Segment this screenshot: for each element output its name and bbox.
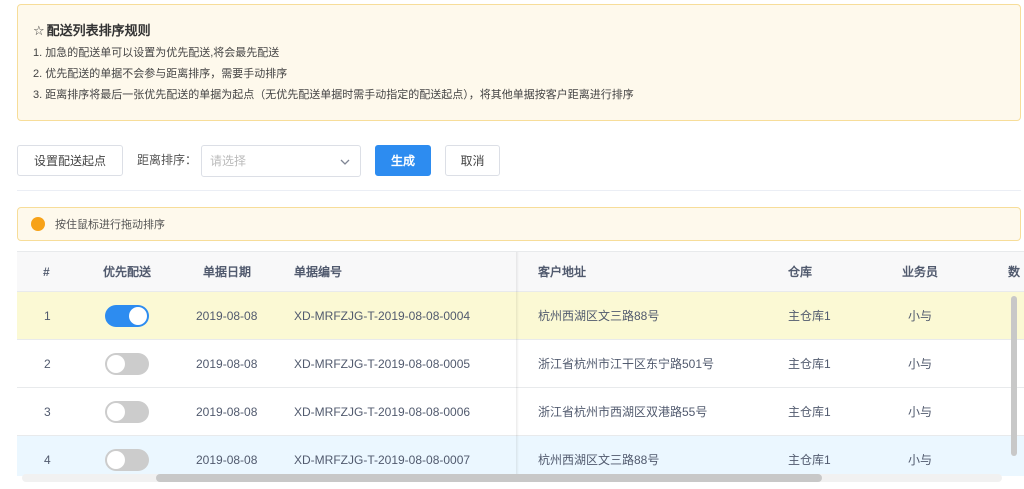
cell-salesman: 小与 — [908, 309, 933, 323]
cell-date: 2019-08-08 — [196, 357, 258, 371]
cancel-button[interactable]: 取消 — [445, 145, 500, 176]
cell-warehouse: 主仓库1 — [788, 405, 831, 419]
horizontal-scrollbar-thumb[interactable] — [156, 474, 822, 482]
header-quantity: 数 — [1008, 265, 1021, 279]
cell-warehouse: 主仓库1 — [788, 357, 831, 371]
horizontal-scrollbar[interactable] — [22, 474, 1002, 482]
toggle-knob — [107, 451, 125, 469]
toggle-knob — [129, 307, 147, 325]
cell-date: 2019-08-08 — [196, 405, 258, 419]
drag-sort-tip: 按住鼠标进行拖动排序 — [17, 207, 1021, 241]
table-row[interactable]: 2 2019-08-08 XD-MRFZJG-T-2019-08-08-0005… — [17, 340, 1024, 388]
header-address: 客户地址 — [538, 265, 587, 279]
cell-number: XD-MRFZJG-T-2019-08-08-0007 — [294, 453, 471, 467]
cell-number: XD-MRFZJG-T-2019-08-08-0006 — [294, 405, 471, 419]
select-placeholder: 请选择 — [210, 154, 247, 168]
cell-salesman: 小与 — [908, 357, 933, 371]
warning-dot-icon — [31, 217, 45, 231]
sorting-rules-notice: ☆ 配送列表排序规则 1. 加急的配送单可以设置为优先配送,将会最先配送 2. 优… — [17, 4, 1021, 121]
table-row[interactable]: 4 2019-08-08 XD-MRFZJG-T-2019-08-08-0007… — [17, 436, 1024, 476]
cell-index: 3 — [44, 405, 51, 419]
cell-salesman: 小与 — [908, 453, 933, 467]
priority-toggle[interactable] — [105, 449, 149, 471]
header-index: # — [43, 265, 50, 279]
cell-address: 杭州西湖区文三路88号 — [538, 309, 660, 323]
priority-toggle[interactable] — [105, 305, 149, 327]
toggle-knob — [107, 403, 125, 421]
notice-title: ☆ 配送列表排序规则 — [33, 21, 1005, 41]
cell-date: 2019-08-08 — [196, 309, 258, 323]
vertical-scrollbar[interactable] — [1011, 296, 1017, 456]
distance-sort-select[interactable]: 请选择 — [201, 145, 361, 177]
section-divider — [17, 190, 1021, 191]
cell-warehouse: 主仓库1 — [788, 453, 831, 467]
cell-address: 浙江省杭州市西湖区双港路55号 — [538, 405, 708, 419]
notice-rule-1: 1. 加急的配送单可以设置为优先配送,将会最先配送 — [33, 47, 280, 59]
cell-address: 浙江省杭州市江干区东宁路501号 — [538, 357, 715, 371]
star-icon: ☆ — [33, 23, 45, 38]
cell-number: XD-MRFZJG-T-2019-08-08-0004 — [294, 309, 471, 323]
cell-index: 4 — [44, 453, 51, 467]
cell-date: 2019-08-08 — [196, 453, 258, 467]
table-row[interactable]: 1 2019-08-08 XD-MRFZJG-T-2019-08-08-0004… — [17, 292, 1024, 340]
notice-title-text: 配送列表排序规则 — [46, 23, 151, 38]
drag-sort-tip-text: 按住鼠标进行拖动排序 — [55, 219, 165, 231]
cell-number: XD-MRFZJG-T-2019-08-08-0005 — [294, 357, 471, 371]
header-warehouse: 仓库 — [788, 265, 813, 279]
header-number: 单据编号 — [294, 265, 343, 279]
chevron-down-icon — [340, 159, 350, 165]
cell-index: 2 — [44, 357, 51, 371]
header-salesman: 业务员 — [902, 265, 939, 279]
cell-address: 杭州西湖区文三路88号 — [538, 453, 660, 467]
table-header: # 优先配送 单据日期 单据编号 客户地址 仓库 业务员 数 — [17, 252, 1024, 292]
notice-rule-3: 3. 距离排序将最后一张优先配送的单据为起点（无优先配送单据时需手动指定的配送起… — [33, 89, 634, 101]
delivery-table: # 优先配送 单据日期 单据编号 客户地址 仓库 业务员 数 1 2019-08… — [17, 251, 1024, 476]
set-delivery-start-button[interactable]: 设置配送起点 — [17, 145, 123, 176]
header-date: 单据日期 — [203, 265, 252, 279]
header-priority: 优先配送 — [103, 265, 152, 279]
generate-button[interactable]: 生成 — [375, 145, 431, 176]
cell-warehouse: 主仓库1 — [788, 309, 831, 323]
priority-toggle[interactable] — [105, 353, 149, 375]
notice-rule-2: 2. 优先配送的单据不会参与距离排序，需要手动排序 — [33, 68, 288, 80]
distance-sort-label: 距离排序： — [137, 153, 198, 167]
priority-toggle[interactable] — [105, 401, 149, 423]
cell-index: 1 — [44, 309, 51, 323]
cell-salesman: 小与 — [908, 405, 933, 419]
toggle-knob — [107, 355, 125, 373]
table-row[interactable]: 3 2019-08-08 XD-MRFZJG-T-2019-08-08-0006… — [17, 388, 1024, 436]
